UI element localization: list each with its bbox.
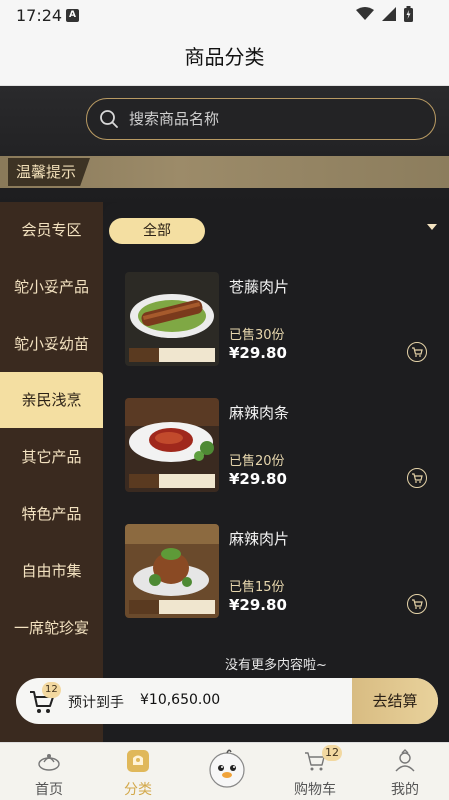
tab-label: 首页	[35, 782, 63, 798]
search-input[interactable]	[129, 107, 409, 131]
product-list-panel: 全部 苍藤肉片 已售30份 ¥29.80 麻辣肉条 已售20份 ¥29.80 麻…	[103, 202, 449, 742]
cart-total-label: 预计到手	[68, 695, 124, 711]
notification-a-icon: A	[66, 9, 79, 22]
cart-summary-bar: 12 预计到手 ¥10,650.00 去结算	[16, 678, 438, 724]
tab-profile[interactable]: 我的	[360, 743, 449, 800]
cart-icon	[412, 347, 423, 357]
product-price: ¥29.80	[229, 596, 287, 614]
tab-label: 分类	[124, 782, 152, 798]
product-image	[125, 524, 219, 618]
product-item[interactable]: 苍藤肉片 已售30份 ¥29.80	[125, 272, 427, 366]
battery-icon	[404, 6, 413, 22]
sidebar-item-product[interactable]: 鸵小妥产品	[0, 259, 103, 315]
tip-label: 温馨提示	[8, 158, 91, 186]
product-item[interactable]: 麻辣肉条 已售20份 ¥29.80	[125, 398, 427, 492]
sidebar-item-member[interactable]: 会员专区	[0, 202, 103, 258]
top-area: 温馨提示	[0, 86, 449, 202]
sidebar-item-market[interactable]: 自由市集	[0, 543, 103, 599]
product-image	[125, 272, 219, 366]
sidebar-item-seedling[interactable]: 鸵小妥幼苗	[0, 316, 103, 372]
product-price: ¥29.80	[229, 470, 287, 488]
sidebar-item-featured[interactable]: 特色产品	[0, 486, 103, 542]
cart-icon	[412, 599, 423, 609]
add-to-cart-button[interactable]	[407, 342, 427, 362]
caret-down-icon[interactable]	[427, 224, 437, 230]
checkout-button[interactable]: 去结算	[352, 678, 438, 724]
product-image	[125, 398, 219, 492]
page-title: 商品分类	[0, 30, 449, 86]
home-icon	[38, 754, 60, 771]
status-icons	[356, 6, 413, 22]
mascot-icon[interactable]	[207, 748, 247, 788]
tab-label: 购物车	[294, 782, 336, 798]
product-sold: 已售20份	[229, 454, 285, 469]
add-to-cart-button[interactable]	[407, 594, 427, 614]
filter-all-chip[interactable]: 全部	[109, 218, 205, 244]
cart-badge: 12	[322, 745, 342, 761]
cart-icon	[412, 473, 423, 483]
status-bar: 17:24 A	[0, 0, 449, 30]
wifi-icon	[356, 7, 374, 20]
product-price: ¥29.80	[229, 344, 287, 362]
category-sidebar: 会员专区 鸵小妥产品 鸵小妥幼苗 亲民浅烹 其它产品 特色产品 自由市集 一席鸵…	[0, 202, 103, 742]
product-item[interactable]: 麻辣肉片 已售15份 ¥29.80	[125, 524, 427, 618]
product-sold: 已售30份	[229, 328, 285, 343]
search-box[interactable]	[86, 98, 436, 140]
signal-icon	[382, 7, 396, 21]
tab-home[interactable]: 首页	[4, 743, 94, 800]
product-name: 麻辣肉片	[229, 530, 290, 548]
sidebar-item-banquet[interactable]: 一席鸵珍宴	[0, 600, 103, 656]
product-name: 麻辣肉条	[229, 404, 290, 422]
sidebar-item-light-cooking[interactable]: 亲民浅烹	[0, 372, 103, 428]
tab-cart[interactable]: 12 购物车	[270, 743, 360, 800]
add-to-cart-button[interactable]	[407, 468, 427, 488]
product-sold: 已售15份	[229, 580, 285, 595]
cart-count-badge: 12	[42, 682, 61, 698]
tab-label: 我的	[391, 782, 419, 798]
category-icon	[127, 750, 149, 772]
product-name: 苍藤肉片	[229, 278, 290, 296]
sidebar-item-other[interactable]: 其它产品	[0, 429, 103, 485]
profile-icon	[395, 749, 415, 772]
list-end-text: 没有更多内容啦~	[225, 658, 327, 673]
status-time: 17:24	[16, 6, 63, 25]
search-icon	[100, 110, 118, 128]
tab-category[interactable]: 分类	[93, 743, 183, 800]
cart-total-amount: ¥10,650.00	[140, 692, 221, 708]
